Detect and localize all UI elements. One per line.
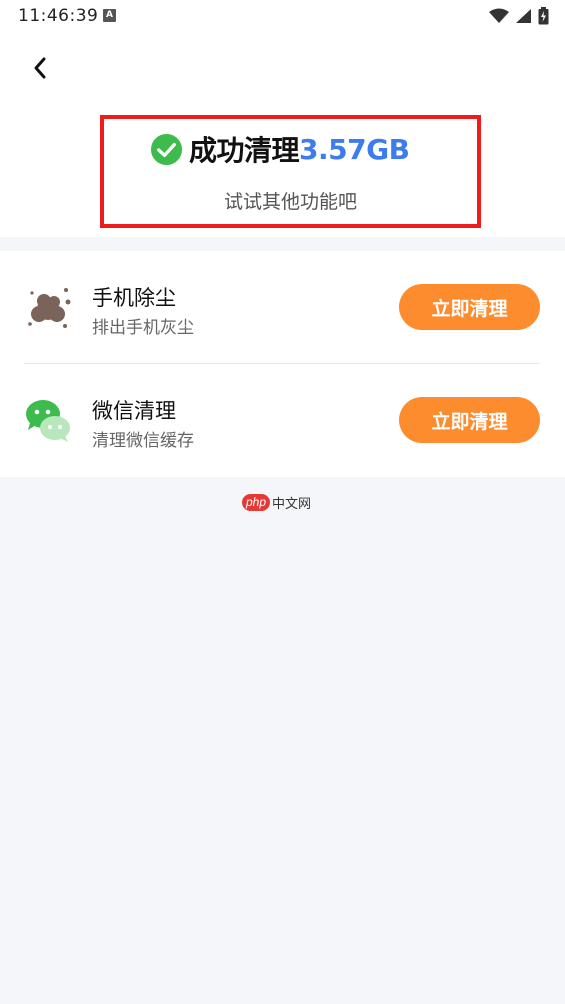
result-title-text: 成功清理 xyxy=(189,134,300,167)
wifi-icon xyxy=(489,8,509,23)
feature-description: 清理微信缓存 xyxy=(92,431,194,451)
cleaned-size: 3.57GB xyxy=(299,132,410,166)
feature-title: 手机除尘 xyxy=(92,286,176,310)
feature-title: 微信清理 xyxy=(92,399,176,423)
feature-list: 手机除尘 排出手机灰尘 立即清理 微信清理 清理微信缓存 立即清理 xyxy=(0,251,565,477)
check-circle-icon xyxy=(150,133,183,165)
feature-item-dust-clean[interactable]: 手机除尘 排出手机灰尘 立即清理 xyxy=(24,251,540,364)
wechat-icon xyxy=(26,400,70,442)
back-button[interactable] xyxy=(26,54,54,82)
chevron-left-icon xyxy=(34,57,46,79)
dust-clean-button[interactable]: 立即清理 xyxy=(399,284,540,330)
dust-icon xyxy=(28,288,71,328)
feature-description: 排出手机灰尘 xyxy=(92,318,194,338)
watermark: php 中文网 xyxy=(242,492,311,512)
result-title: 成功清理 3.57GB xyxy=(150,129,410,169)
watermark-logo: php xyxy=(242,493,271,511)
battery-icon xyxy=(538,7,549,25)
result-subtitle: 试试其他功能吧 xyxy=(223,191,357,213)
clean-result-highlight: 成功清理 3.57GB 试试其他功能吧 xyxy=(100,115,481,228)
notification-badge-icon: A xyxy=(103,9,116,22)
status-bar: 11:46:39 A xyxy=(0,0,565,32)
watermark-text: 中文网 xyxy=(272,495,312,511)
signal-icon xyxy=(516,9,531,23)
wechat-clean-button[interactable]: 立即清理 xyxy=(399,397,540,443)
status-icons xyxy=(489,6,549,26)
feature-item-wechat-clean[interactable]: 微信清理 清理微信缓存 立即清理 xyxy=(24,364,540,477)
top-area: 11:46:39 A 成功清理 3.57GB 试试其他功能吧 xyxy=(0,0,565,237)
status-time: 11:46:39 xyxy=(18,6,99,26)
